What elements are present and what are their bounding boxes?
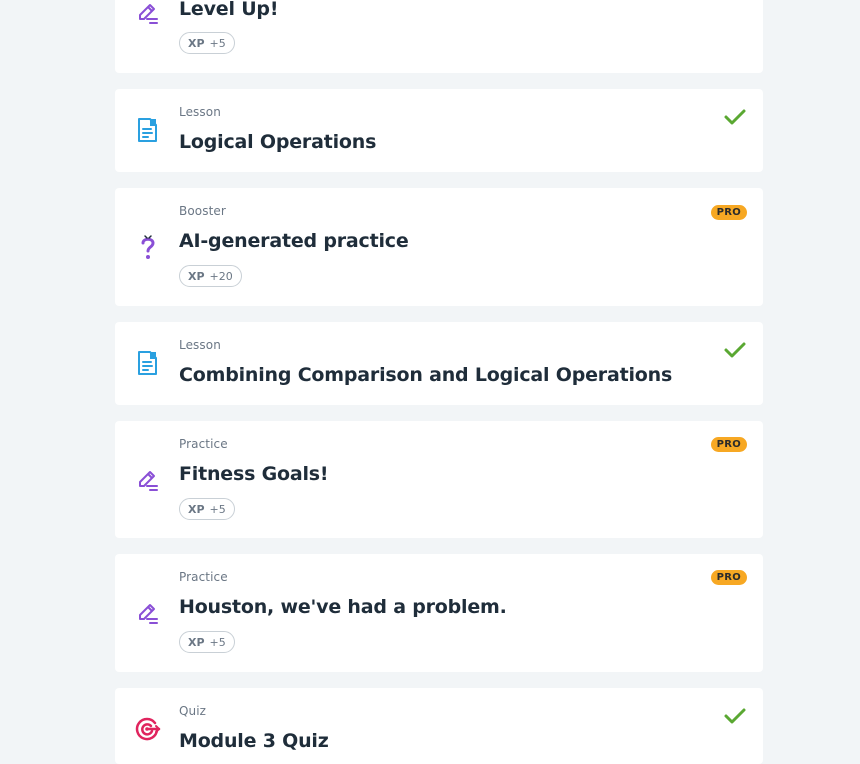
xp-value: +20 (209, 269, 233, 283)
pro-badge: PRO (710, 437, 747, 452)
target-icon (135, 716, 161, 742)
question-mark-icon (135, 234, 161, 260)
list-item-fitness-goals[interactable]: Practice Fitness Goals! XP +5 PRO (115, 421, 763, 538)
item-title: Fitness Goals! (179, 463, 329, 485)
list-item-houston-problem[interactable]: Practice Houston, we've had a problem. X… (115, 554, 763, 672)
list-item-logical-operations[interactable]: Lesson Logical Operations (115, 89, 763, 172)
item-type: Booster (179, 204, 226, 218)
item-title: AI-generated practice (179, 230, 409, 252)
pencil-icon (135, 600, 161, 626)
checkmark-icon (723, 107, 747, 127)
list-item-ai-generated-practice[interactable]: Booster AI-generated practice XP +20 PRO (115, 188, 763, 306)
xp-badge: XP +5 (179, 631, 235, 653)
item-title: Module 3 Quiz (179, 730, 329, 752)
item-title: Houston, we've had a problem. (179, 596, 507, 618)
xp-value: +5 (209, 502, 226, 516)
checkmark-icon (723, 340, 747, 360)
pro-badge: PRO (710, 570, 747, 585)
xp-value: +5 (209, 635, 226, 649)
item-title: Level Up! (179, 0, 279, 20)
xp-label: XP (188, 635, 205, 649)
xp-badge: XP +20 (179, 265, 242, 287)
checkmark-icon (723, 706, 747, 726)
xp-badge: XP +5 (179, 32, 235, 54)
item-title: Combining Comparison and Logical Operati… (179, 364, 673, 386)
item-type: Lesson (179, 338, 221, 352)
document-icon (135, 117, 161, 143)
item-type: Lesson (179, 105, 221, 119)
pro-badge: PRO (710, 205, 747, 220)
list-item-combining-comparison[interactable]: Lesson Combining Comparison and Logical … (115, 322, 763, 405)
xp-label: XP (188, 502, 205, 516)
pencil-icon (135, 0, 161, 26)
xp-badge: XP +5 (179, 498, 235, 520)
item-type: Practice (179, 437, 228, 451)
xp-label: XP (188, 36, 205, 50)
item-title: Logical Operations (179, 131, 377, 153)
pencil-icon (135, 467, 161, 493)
xp-label: XP (188, 269, 205, 283)
item-type: Quiz (179, 704, 207, 718)
list-item-level-up[interactable]: Level Up! XP +5 (115, 0, 763, 73)
list-item-module-3-quiz[interactable]: Quiz Module 3 Quiz (115, 688, 763, 764)
document-icon (135, 350, 161, 376)
item-type: Practice (179, 570, 228, 584)
xp-value: +5 (209, 36, 226, 50)
